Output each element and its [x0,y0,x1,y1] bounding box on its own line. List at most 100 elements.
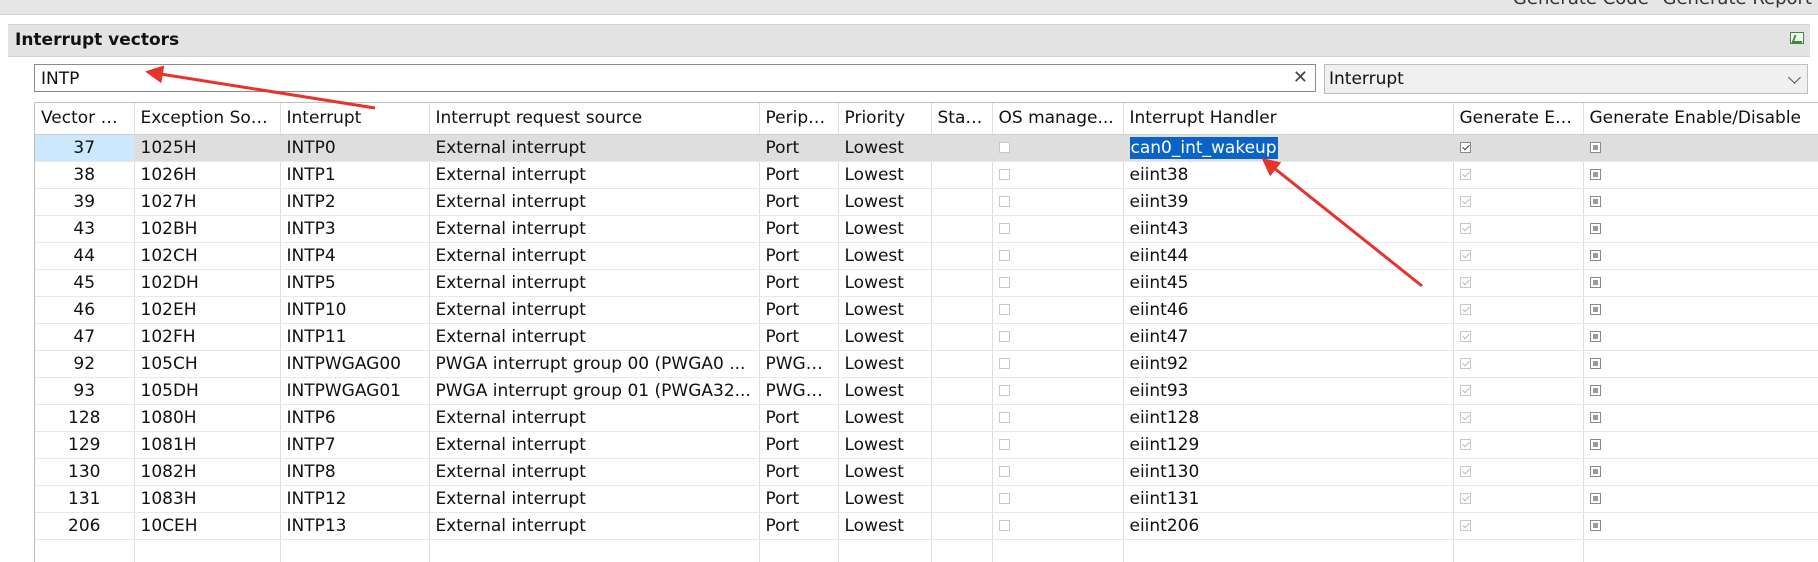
table-row[interactable]: 37 1025H INTP0 External interrupt Port Lowest… [35,134,1818,162]
interrupt-handler-value[interactable]: eiint206 [1130,516,1200,536]
os-managed-checkbox[interactable] [998,412,1010,423]
generate-enable-checkbox[interactable] [1459,466,1471,477]
chevron-down-icon[interactable] [1788,71,1801,84]
os-managed-checkbox[interactable] [998,277,1010,288]
interrupt-handler-value[interactable]: eiint131 [1130,489,1200,509]
generate-enable-checkbox[interactable] [1459,520,1471,531]
generate-enable-disable-checkbox[interactable] [1589,520,1601,531]
column-header[interactable]: Stat... [931,103,993,135]
generate-enable-disable-checkbox[interactable] [1589,493,1601,504]
column-header[interactable]: Priority [838,103,932,135]
table-row[interactable]: 92 105CH INTPWGAG00 PWGA interrupt group 00… [35,350,1818,378]
interrupt-handler-value[interactable]: eiint129 [1130,435,1200,455]
interrupt-handler-value[interactable]: eiint46 [1130,300,1189,320]
os-managed-checkbox[interactable] [998,223,1010,234]
interrupt-handler-value[interactable]: eiint92 [1130,354,1189,374]
interrupt-handler-value[interactable]: eiint93 [1130,381,1189,401]
table-row[interactable]: 39 1027H INTP2 External interrupt Port Lowest… [35,188,1818,216]
column-header[interactable]: Periph... [759,103,839,135]
generate-enable-disable-checkbox[interactable] [1589,223,1601,234]
generate-enable-disable-checkbox[interactable] [1589,196,1601,207]
search-box[interactable]: ✕ [34,64,1316,92]
generate-enable-checkbox[interactable] [1459,439,1471,450]
interrupt-handler-value[interactable]: eiint38 [1130,165,1189,185]
generate-enable-disable-checkbox[interactable] [1589,412,1601,423]
export-excel-icon[interactable] [1790,32,1804,44]
generate-enable-disable-checkbox[interactable] [1589,304,1601,315]
generate-code-link[interactable]: Generate Code [1513,0,1649,9]
generate-enable-checkbox[interactable] [1459,169,1471,180]
column-header[interactable]: OS manage... [992,103,1124,135]
os-managed-checkbox[interactable] [998,358,1010,369]
os-managed-checkbox[interactable] [998,520,1010,531]
vector-cell: 128 [35,404,135,432]
generate-enable-checkbox[interactable] [1459,412,1471,423]
column-header[interactable]: Vector N... [35,103,135,135]
generate-enable-checkbox[interactable] [1459,358,1471,369]
os-managed-checkbox[interactable] [998,304,1010,315]
interrupt-handler-value[interactable]: eiint47 [1130,327,1189,347]
generate-enable-checkbox[interactable] [1459,250,1471,261]
interrupt-filter-select[interactable]: Interrupt [1324,64,1808,94]
generate-enable-checkbox[interactable] [1459,331,1471,342]
generate-enable-checkbox[interactable] [1459,142,1471,153]
interrupt-handler-value[interactable]: eiint39 [1130,192,1189,212]
exception-source-cell: 105CH [134,350,281,378]
os-managed-checkbox[interactable] [998,142,1010,153]
generate-enable-disable-checkbox[interactable] [1589,358,1601,369]
os-managed-checkbox[interactable] [998,439,1010,450]
os-managed-checkbox[interactable] [998,196,1010,207]
column-header[interactable]: Interrupt Handler [1123,103,1454,135]
generate-enable-disable-checkbox[interactable] [1589,169,1601,180]
table-row[interactable]: 206 10CEH INTP13 External interrupt Port Lowe… [35,512,1818,540]
column-header[interactable]: Generate Enable/Disable [1583,103,1818,135]
generate-enable-disable-checkbox[interactable] [1589,331,1601,342]
table-row[interactable]: 130 1082H INTP8 External interrupt Port Lowes… [35,458,1818,486]
os-managed-checkbox[interactable] [998,169,1010,180]
priority-cell: Lowest [838,134,932,162]
table-row[interactable]: 38 1026H INTP1 External interrupt Port Lowest… [35,161,1818,189]
column-header[interactable]: Interrupt [280,103,430,135]
interrupt-handler-value[interactable]: eiint44 [1130,246,1189,266]
os-managed-checkbox[interactable] [998,385,1010,396]
generate-enable-disable-checkbox[interactable] [1589,250,1601,261]
interrupt-handler-value[interactable]: eiint43 [1130,219,1189,239]
generate-enable-checkbox[interactable] [1459,196,1471,207]
generate-enable-disable-checkbox[interactable] [1589,142,1601,153]
table-row[interactable]: 129 1081H INTP7 External interrupt Port Lowes… [35,431,1818,459]
table-row[interactable]: 93 105DH INTPWGAG01 PWGA interrupt group 01… [35,377,1818,405]
os-managed-checkbox[interactable] [998,466,1010,477]
generate-enable-disable-checkbox[interactable] [1589,439,1601,450]
interrupt-cell: INTP0 [280,134,430,162]
table-row[interactable]: 43 102BH INTP3 External interrupt Port Lowest… [35,215,1818,243]
os-managed-checkbox[interactable] [998,493,1010,504]
column-header[interactable]: Interrupt request source [429,103,760,135]
table-row[interactable]: 131 1083H INTP12 External interrupt Port Lowe… [35,485,1818,513]
interrupt-handler-value[interactable]: eiint130 [1130,462,1200,482]
os-managed-checkbox[interactable] [998,250,1010,261]
column-header[interactable]: Generate En... [1453,103,1584,135]
status-cell [931,215,993,243]
table-row[interactable]: 45 102DH INTP5 External interrupt Port Lowest… [35,269,1818,297]
search-input[interactable] [39,67,1283,91]
table-row[interactable]: 46 102EH INTP10 External interrupt Port Lowes… [35,296,1818,324]
generate-enable-checkbox[interactable] [1459,493,1471,504]
os-managed-checkbox[interactable] [998,331,1010,342]
generate-enable-disable-checkbox[interactable] [1589,466,1601,477]
generate-enable-disable-checkbox[interactable] [1589,385,1601,396]
generate-enable-disable-checkbox[interactable] [1589,277,1601,288]
generate-enable-checkbox[interactable] [1459,223,1471,234]
generate-enable-checkbox[interactable] [1459,304,1471,315]
table-row[interactable]: 128 1080H INTP6 External interrupt Port Lowes… [35,404,1818,432]
generate-enable-checkbox[interactable] [1459,385,1471,396]
generate-enable-cell [1453,377,1584,405]
table-row[interactable]: 47 102FH INTP11 External interrupt Port Lowes… [35,323,1818,351]
generate-enable-checkbox[interactable] [1459,277,1471,288]
table-row[interactable]: 44 102CH INTP4 External interrupt Port Lowest… [35,242,1818,270]
interrupt-handler-value[interactable]: eiint128 [1130,408,1200,428]
interrupt-handler-value[interactable]: can0_int_wakeup [1129,136,1278,159]
column-header[interactable]: Exception Sou... [134,103,281,135]
close-icon[interactable]: ✕ [1293,68,1308,88]
interrupt-handler-value[interactable]: eiint45 [1130,273,1189,293]
generate-report-link[interactable]: Generate Report [1663,0,1812,9]
